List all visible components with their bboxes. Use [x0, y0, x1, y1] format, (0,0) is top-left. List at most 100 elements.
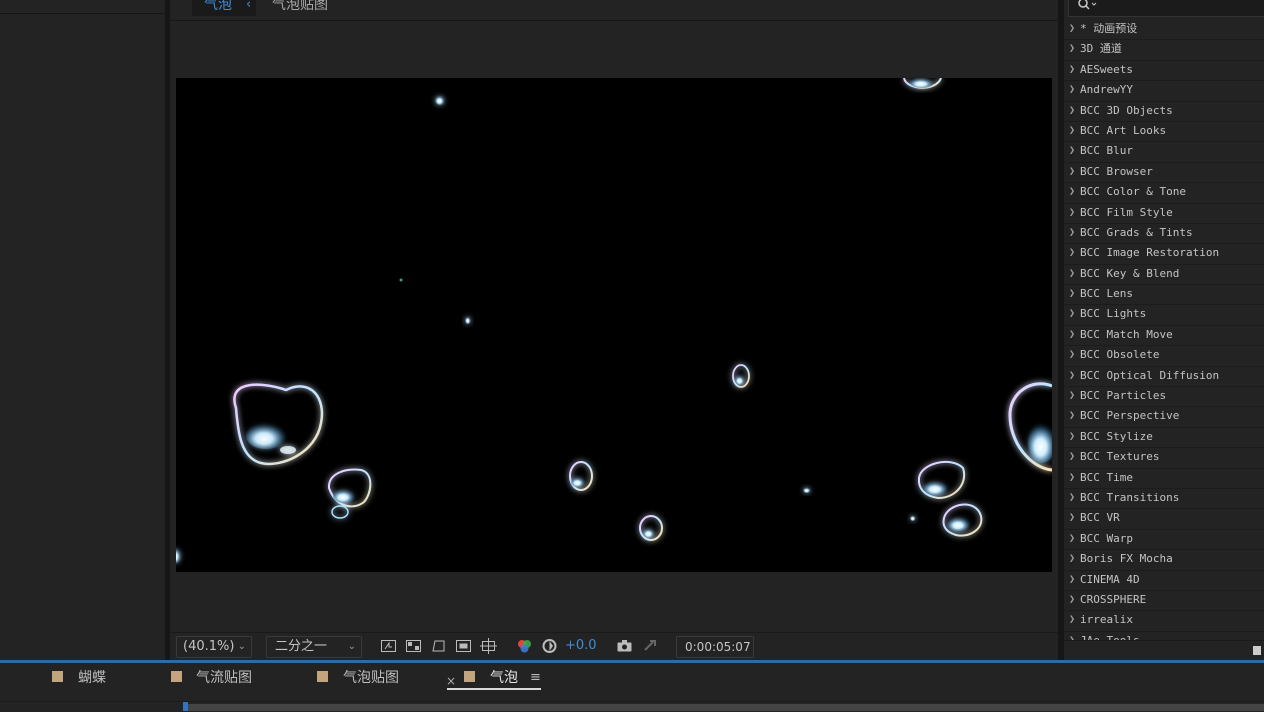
panel-menu-icon[interactable]: ≡ [530, 669, 541, 687]
chevron-right-icon[interactable]: ❯ [1069, 469, 1075, 487]
chevron-right-icon[interactable]: ❯ [1069, 20, 1075, 38]
effect-category-item[interactable]: ❯ CROSSPHERE [1064, 591, 1264, 612]
effect-category-item[interactable]: ❯ BCC Stylize [1064, 428, 1264, 449]
effect-category-item[interactable]: ❯ BCC Time [1064, 469, 1264, 489]
chevron-right-icon[interactable]: ❯ [1069, 346, 1075, 364]
mask-path-icon[interactable] [430, 638, 447, 654]
snapshot-icon[interactable] [616, 638, 633, 654]
chevron-right-icon[interactable]: ❯ [1069, 285, 1075, 303]
effect-category-item[interactable]: ❯ BCC Image Restoration [1064, 244, 1264, 265]
bubbles-render [176, 78, 1052, 563]
chevron-right-icon[interactable]: ❯ [1069, 407, 1075, 425]
effect-category-label: BCC 3D Objects [1080, 103, 1173, 117]
effect-category-item[interactable]: ❯ BCC Browser [1064, 163, 1264, 184]
tab-bubble[interactable]: × 气泡 ≡ [446, 669, 546, 697]
effect-category-item[interactable]: ❯ CINEMA 4D [1064, 571, 1264, 591]
chevron-right-icon[interactable]: ❯ [1069, 265, 1075, 283]
effect-category-item[interactable]: ❯ BCC Color & Tone [1064, 183, 1264, 204]
color-channels-icon[interactable] [516, 638, 533, 654]
effects-search-input[interactable] [1068, 0, 1264, 17]
effect-category-item[interactable]: ❯ BCC Lens [1064, 285, 1264, 306]
chevron-right-icon[interactable]: ❯ [1069, 509, 1075, 527]
effect-category-label: BCC Textures [1080, 450, 1160, 464]
chevron-right-icon[interactable]: ❯ [1069, 163, 1075, 181]
resolution-dropdown[interactable]: 二分之一 ⌄ [266, 636, 362, 658]
magnification-dropdown[interactable]: (40.1%) ⌄ [176, 636, 252, 658]
effect-category-item[interactable]: ❯ BCC Textures [1064, 448, 1264, 469]
effect-category-label: BCC Optical Diffusion [1080, 368, 1220, 382]
chevron-right-icon[interactable]: ❯ [1069, 183, 1075, 201]
tab-bubble-map[interactable]: 气泡贴图 [272, 0, 328, 16]
exposure-value[interactable]: +0.0 [565, 638, 597, 653]
chevron-right-icon[interactable]: ❯ [1069, 387, 1075, 405]
show-snapshot-icon[interactable] [641, 638, 658, 654]
chevron-right-icon[interactable]: ❯ [1069, 571, 1075, 589]
active-tab-underline [447, 688, 541, 690]
chevron-right-icon[interactable]: ❯ [1069, 204, 1075, 222]
new-folder-icon[interactable] [1253, 646, 1261, 655]
chevron-right-icon[interactable]: ❯ [1069, 367, 1075, 385]
effect-category-item[interactable]: ❯ * 动画预设 [1064, 20, 1264, 41]
time-navigator[interactable] [186, 704, 1264, 711]
chevron-right-icon[interactable]: ❯ [1069, 102, 1075, 120]
effect-category-item[interactable]: ❯ BCC Particles [1064, 387, 1264, 408]
chevron-left-icon[interactable]: ‹ [246, 0, 251, 16]
chevron-right-icon[interactable]: ❯ [1069, 326, 1075, 344]
effect-category-item[interactable]: ❯ AESweets [1064, 61, 1264, 82]
label-color-swatch [171, 671, 182, 682]
composition-canvas[interactable] [176, 78, 1052, 572]
effect-category-item[interactable]: ❯ BCC Obsolete [1064, 346, 1264, 367]
effect-category-item[interactable]: ❯ BCC Warp [1064, 530, 1264, 551]
chevron-right-icon[interactable]: ❯ [1069, 305, 1075, 323]
effect-category-label: BCC Lens [1080, 287, 1133, 301]
effect-category-item[interactable]: ❯ BCC VR [1064, 509, 1264, 530]
effect-category-item[interactable]: ❯ 3D 通道 [1064, 40, 1264, 61]
effect-category-item[interactable]: ❯ BCC 3D Objects [1064, 102, 1264, 122]
chevron-right-icon[interactable]: ❯ [1069, 530, 1075, 548]
effect-category-item[interactable]: ❯ irrealix [1064, 611, 1264, 632]
chevron-right-icon[interactable]: ❯ [1069, 122, 1075, 140]
effect-category-item[interactable]: ❯ BCC Art Looks [1064, 122, 1264, 143]
effect-category-item[interactable]: ❯ BCC Blur [1064, 142, 1264, 163]
effect-category-item[interactable]: ❯ BCC Transitions [1064, 489, 1264, 510]
bubble [903, 78, 942, 89]
bubble [917, 460, 966, 500]
time-navigator-start-handle[interactable] [183, 702, 188, 711]
search-icon [1078, 0, 1097, 10]
effect-category-item[interactable]: ❯ BCC Film Style [1064, 204, 1264, 224]
effect-category-label: CROSSPHERE [1080, 592, 1147, 606]
chevron-right-icon[interactable]: ❯ [1069, 489, 1075, 507]
effect-category-label: AndrewYY [1080, 83, 1133, 97]
effect-category-item[interactable]: ❯ AndrewYY [1064, 81, 1264, 102]
reset-exposure-icon[interactable] [541, 638, 558, 654]
chevron-right-icon[interactable]: ❯ [1069, 611, 1075, 629]
effect-category-item[interactable]: ❯ BCC Perspective [1064, 407, 1264, 428]
chevron-right-icon[interactable]: ❯ [1069, 142, 1075, 160]
chevron-right-icon[interactable]: ❯ [1069, 591, 1075, 609]
chevron-right-icon[interactable]: ❯ [1069, 224, 1075, 242]
effect-category-label: * 动画预设 [1080, 22, 1138, 35]
chevron-right-icon[interactable]: ❯ [1069, 244, 1075, 262]
chevron-right-icon[interactable]: ❯ [1069, 550, 1075, 568]
timecode-display[interactable]: 0:00:05:07 [676, 636, 754, 658]
effect-category-item[interactable]: ❯ Boris FX Mocha [1064, 550, 1264, 571]
chevron-right-icon[interactable]: ❯ [1069, 81, 1075, 99]
chevron-down-icon: ⌄ [347, 641, 356, 652]
bubble [327, 468, 372, 519]
effect-category-label: AESweets [1080, 62, 1133, 76]
effect-category-item[interactable]: ❯ BCC Lights [1064, 305, 1264, 326]
region-of-interest-icon[interactable] [455, 638, 472, 654]
bubble [399, 278, 403, 282]
fast-previews-icon[interactable] [380, 638, 397, 654]
chevron-right-icon[interactable]: ❯ [1069, 40, 1075, 58]
effect-category-item[interactable]: ❯ BCC Match Move [1064, 326, 1264, 347]
bubble [176, 547, 181, 563]
transparency-grid-icon[interactable] [405, 638, 422, 654]
chevron-right-icon[interactable]: ❯ [1069, 448, 1075, 466]
chevron-right-icon[interactable]: ❯ [1069, 61, 1075, 79]
chevron-right-icon[interactable]: ❯ [1069, 428, 1075, 446]
effect-category-item[interactable]: ❯ BCC Key & Blend [1064, 265, 1264, 286]
guides-icon[interactable] [480, 638, 497, 654]
effect-category-item[interactable]: ❯ BCC Grads & Tints [1064, 224, 1264, 245]
effect-category-item[interactable]: ❯ BCC Optical Diffusion [1064, 367, 1264, 388]
